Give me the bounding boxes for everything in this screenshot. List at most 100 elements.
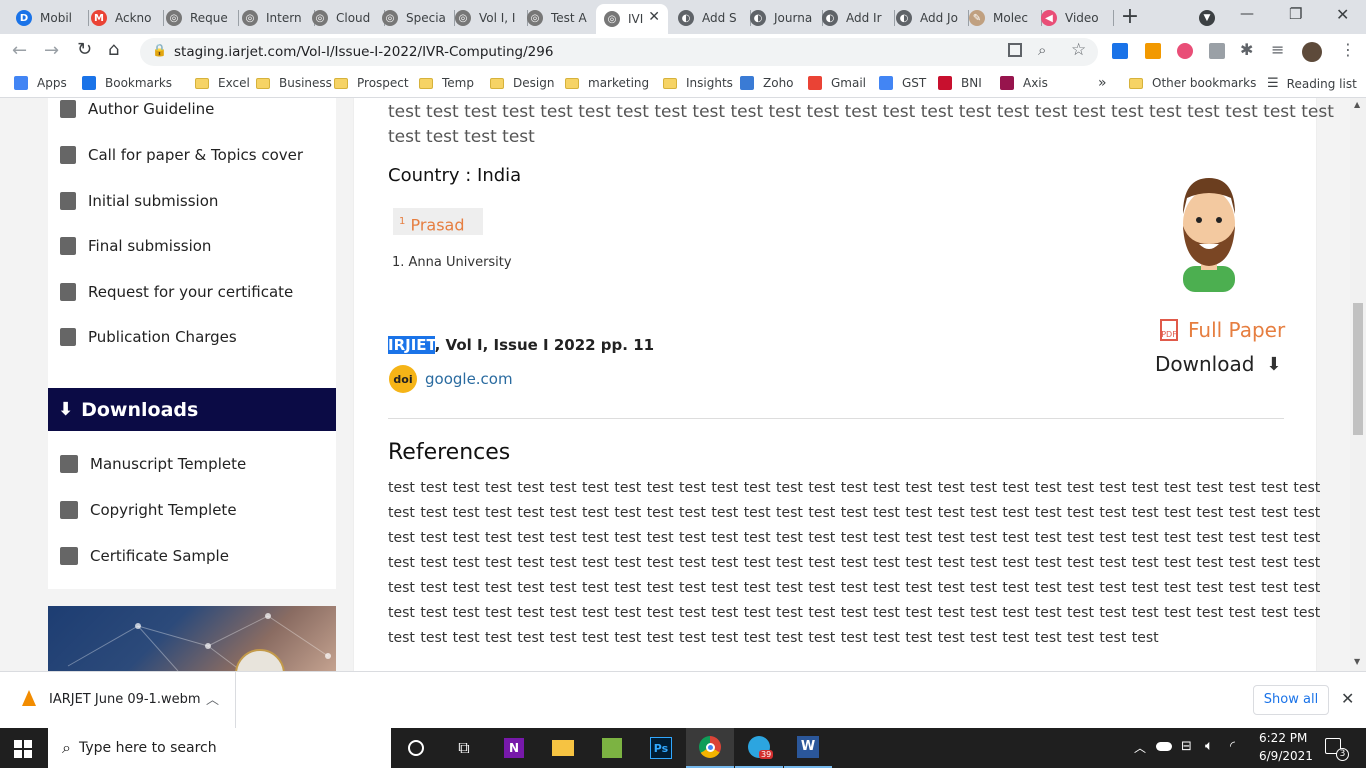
sidebar-item-2[interactable]: Initial submission [60, 181, 218, 221]
download-item[interactable]: IARJET June 09-1.webm ︿ [0, 672, 236, 728]
back-icon[interactable]: ← [12, 40, 27, 61]
telegram-icon[interactable]: 39 [735, 728, 783, 768]
task-view-icon[interactable]: ⧉ [440, 728, 488, 768]
tab-1[interactable]: M Ackno [83, 4, 164, 32]
doi-row[interactable]: doi google.com [389, 365, 513, 393]
tab-7[interactable]: ◎ Test A [519, 4, 600, 32]
tab-10[interactable]: ◐ Journa [742, 4, 823, 32]
tab-5[interactable]: ◎ Specia [374, 4, 455, 32]
extension-icon-4[interactable] [1209, 43, 1225, 59]
word-icon[interactable]: W [784, 728, 832, 768]
photoshop-icon[interactable]: Ps [637, 728, 685, 768]
sidebar-item-0[interactable]: Author Guideline [60, 98, 214, 129]
scroll-thumb[interactable] [1353, 303, 1363, 435]
sidebar-item-4[interactable]: Request for your certificate [60, 272, 293, 312]
extension-icon-3[interactable] [1177, 43, 1193, 59]
bookmark-bni[interactable]: BNI [938, 76, 982, 90]
lock-icon[interactable]: 🔒 [152, 43, 167, 57]
tray-chevron-icon[interactable]: ︿ [1134, 739, 1146, 756]
reading-list[interactable]: ☰ Reading list [1267, 76, 1357, 91]
onenote-icon[interactable]: N [490, 728, 538, 768]
reload-icon[interactable]: ↻ [77, 39, 92, 60]
sidebar-item-1[interactable]: Call for paper & Topics cover [60, 135, 303, 175]
tab-2[interactable]: ◎ Reque [158, 4, 239, 32]
tab-3[interactable]: ◎ Intern [234, 4, 315, 32]
bookmark-apps[interactable]: Apps [14, 76, 67, 90]
extension-icon-2[interactable] [1145, 43, 1161, 59]
bookmark-marketing[interactable]: marketing [565, 76, 649, 90]
download-item-2[interactable]: Certificate Sample [60, 536, 229, 576]
bookmark-bookmarks[interactable]: Bookmarks [82, 76, 172, 90]
bookmark-gst[interactable]: GST [879, 76, 926, 90]
download-item-1[interactable]: Copyright Templete [60, 490, 237, 530]
zoom-icon[interactable]: ⌕ [1038, 41, 1046, 59]
tab-12[interactable]: ◐ Add Jo [888, 4, 969, 32]
bookmark-temp[interactable]: Temp [419, 76, 474, 90]
tab-11[interactable]: ◐ Add Ir [814, 4, 895, 32]
tab-8[interactable]: ◎ IVI ✕ [596, 4, 668, 34]
full-paper-link[interactable]: PDF Full Paper [1160, 318, 1285, 342]
new-tab-button[interactable]: + [1120, 4, 1140, 29]
tab-4[interactable]: ◎ Cloud [304, 4, 385, 32]
bookmark-gmail[interactable]: Gmail [808, 76, 866, 90]
restore-button[interactable]: ❐ [1289, 5, 1302, 23]
clock-date[interactable]: 6/9/2021 [1259, 749, 1313, 763]
download-item-0[interactable]: Manuscript Templete [60, 444, 246, 484]
close-tab-icon[interactable]: ✕ [648, 9, 660, 25]
scroll-up-arrow[interactable]: ▲ [1354, 100, 1360, 109]
tab-0[interactable]: D Mobil [8, 4, 89, 32]
onedrive-icon[interactable] [1156, 742, 1172, 751]
close-window-button[interactable]: ✕ [1336, 5, 1349, 24]
forward-icon[interactable]: → [44, 40, 59, 61]
bookmark-excel[interactable]: Excel [195, 76, 250, 90]
cortana-icon[interactable] [392, 728, 440, 768]
bookmark-insights[interactable]: Insights [663, 76, 733, 90]
volume-icon[interactable]: 🔈︎ [1205, 738, 1213, 754]
tab-13[interactable]: ✎ Molec [961, 4, 1042, 32]
file-download-icon [60, 455, 78, 473]
tab-6[interactable]: ◎ Vol I, I [447, 4, 528, 32]
menu-icon[interactable]: ⋮ [1340, 40, 1356, 59]
reference-line: test test test test test test test test … [388, 630, 1159, 646]
bookmark-business[interactable]: Business [256, 76, 332, 90]
scroll-down-arrow[interactable]: ▼ [1354, 657, 1360, 666]
sidebar-item-5[interactable]: Publication Charges [60, 317, 237, 357]
address-bar[interactable]: 🔒 staging.iarjet.com/Vol-I/Issue-I-2022/… [140, 38, 1098, 66]
extension-icon-1[interactable] [1112, 43, 1128, 59]
home-icon[interactable]: ⌂ [108, 39, 119, 60]
windows-start-icon[interactable] [14, 740, 32, 758]
download-link[interactable]: Download ⬇ [1155, 352, 1282, 376]
doi-link[interactable]: google.com [425, 370, 513, 388]
tab-label: Test A [551, 11, 587, 25]
taskbar-search-box[interactable]: ⌕ Type here to search [48, 728, 391, 768]
bookmark-prospect[interactable]: Prospect [334, 76, 409, 90]
bookmark-zoho[interactable]: Zoho [740, 76, 794, 90]
author-chip[interactable]: 1 Prasad [393, 208, 483, 235]
other-bookmarks[interactable]: Other bookmarks [1129, 76, 1256, 90]
tab-14[interactable]: ◀ Video [1033, 4, 1114, 32]
wifi-icon[interactable]: ◜ [1230, 739, 1235, 754]
bookmarks-more-button[interactable]: » [1098, 75, 1107, 91]
page-scrollbar[interactable]: ▲ ▼ [1350, 98, 1366, 671]
notepad-icon[interactable] [588, 728, 636, 768]
chevron-up-icon[interactable]: ︿ [206, 689, 219, 708]
avatar[interactable] [1302, 42, 1322, 62]
media-icon[interactable]: ≡ [1271, 40, 1284, 59]
bookmark-design[interactable]: Design [490, 76, 554, 90]
network-icon[interactable]: ⊟ [1181, 739, 1192, 754]
url-text[interactable]: staging.iarjet.com/Vol-I/Issue-I-2022/IV… [174, 44, 553, 60]
clock-time[interactable]: 6:22 PM [1259, 731, 1307, 745]
citation: IRJIET, Vol I, Issue I 2022 pp. 11 [388, 336, 655, 354]
chrome-icon[interactable] [686, 728, 734, 768]
qr-icon[interactable] [1008, 43, 1022, 57]
bookmark-star-icon[interactable]: ☆ [1071, 40, 1086, 60]
sidebar-item-3[interactable]: Final submission [60, 226, 211, 266]
bookmark-axis[interactable]: Axis [1000, 76, 1048, 90]
tab-search-button[interactable]: ▼ [1199, 10, 1215, 26]
tab-9[interactable]: ◐ Add S [670, 4, 751, 32]
file-explorer-icon[interactable] [539, 728, 587, 768]
close-download-bar-button[interactable]: ✕ [1341, 689, 1354, 708]
show-all-button[interactable]: Show all [1253, 685, 1329, 715]
minimize-button[interactable]: — [1240, 6, 1254, 22]
puzzle-icon[interactable]: ✱ [1240, 40, 1253, 59]
